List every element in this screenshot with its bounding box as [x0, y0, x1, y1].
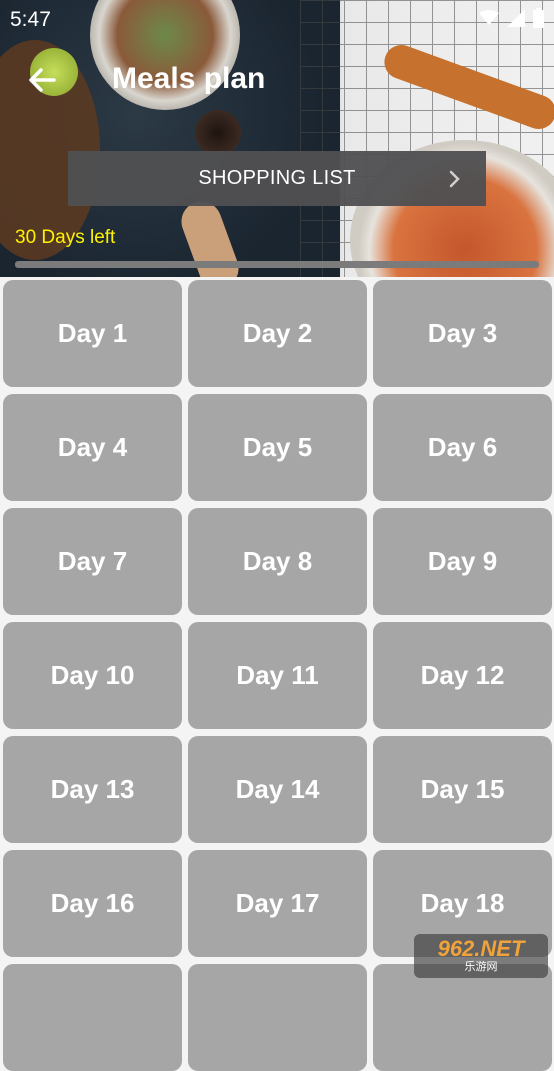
status-time: 5:47	[10, 8, 51, 31]
day-tile[interactable]: Day 15	[373, 736, 552, 843]
banner-pepper-bowl	[195, 110, 241, 156]
status-icons	[479, 8, 544, 28]
watermark-top: 962.NET	[437, 936, 525, 962]
page-title: Meals plan	[112, 62, 266, 95]
chevron-right-icon	[449, 170, 460, 188]
day-tile[interactable]: Day 12	[373, 622, 552, 729]
day-tile[interactable]: Day 4	[3, 394, 182, 501]
day-tile[interactable]: Day 14	[188, 736, 367, 843]
day-tile[interactable]: Day 5	[188, 394, 367, 501]
day-tile[interactable]: Day 8	[188, 508, 367, 615]
day-tile[interactable]: Day 10	[3, 622, 182, 729]
day-tile[interactable]: Day 17	[188, 850, 367, 957]
day-tile[interactable]: Day 1	[3, 280, 182, 387]
battery-icon	[533, 8, 544, 28]
day-tile[interactable]	[373, 964, 552, 1071]
day-tile[interactable]: Day 2	[188, 280, 367, 387]
header-banner-image: 5:47 Meals plan SHOPPING LIST 30 Days le…	[0, 0, 554, 277]
arrow-left-icon[interactable]	[26, 64, 58, 96]
status-bar: 5:47	[0, 0, 554, 38]
day-tile[interactable]: Day 11	[188, 622, 367, 729]
day-tile[interactable]: Day 16	[3, 850, 182, 957]
day-tile[interactable]: Day 6	[373, 394, 552, 501]
day-tile[interactable]: Day 13	[3, 736, 182, 843]
day-tile[interactable]	[3, 964, 182, 1071]
day-tile[interactable]: Day 7	[3, 508, 182, 615]
shopping-list-button[interactable]: SHOPPING LIST	[68, 151, 486, 206]
shopping-list-label: SHOPPING LIST	[198, 167, 356, 189]
watermark-bottom: 乐游网	[464, 960, 498, 974]
plan-progress-bar	[15, 261, 539, 268]
signal-icon	[507, 9, 525, 27]
day-tile[interactable]: Day 3	[373, 280, 552, 387]
site-watermark-logo: 962.NET 乐游网	[414, 934, 548, 978]
wifi-icon	[479, 10, 499, 25]
day-tile[interactable]	[188, 964, 367, 1071]
days-left-text: 30 Days left	[15, 227, 116, 248]
day-tile[interactable]: Day 9	[373, 508, 552, 615]
